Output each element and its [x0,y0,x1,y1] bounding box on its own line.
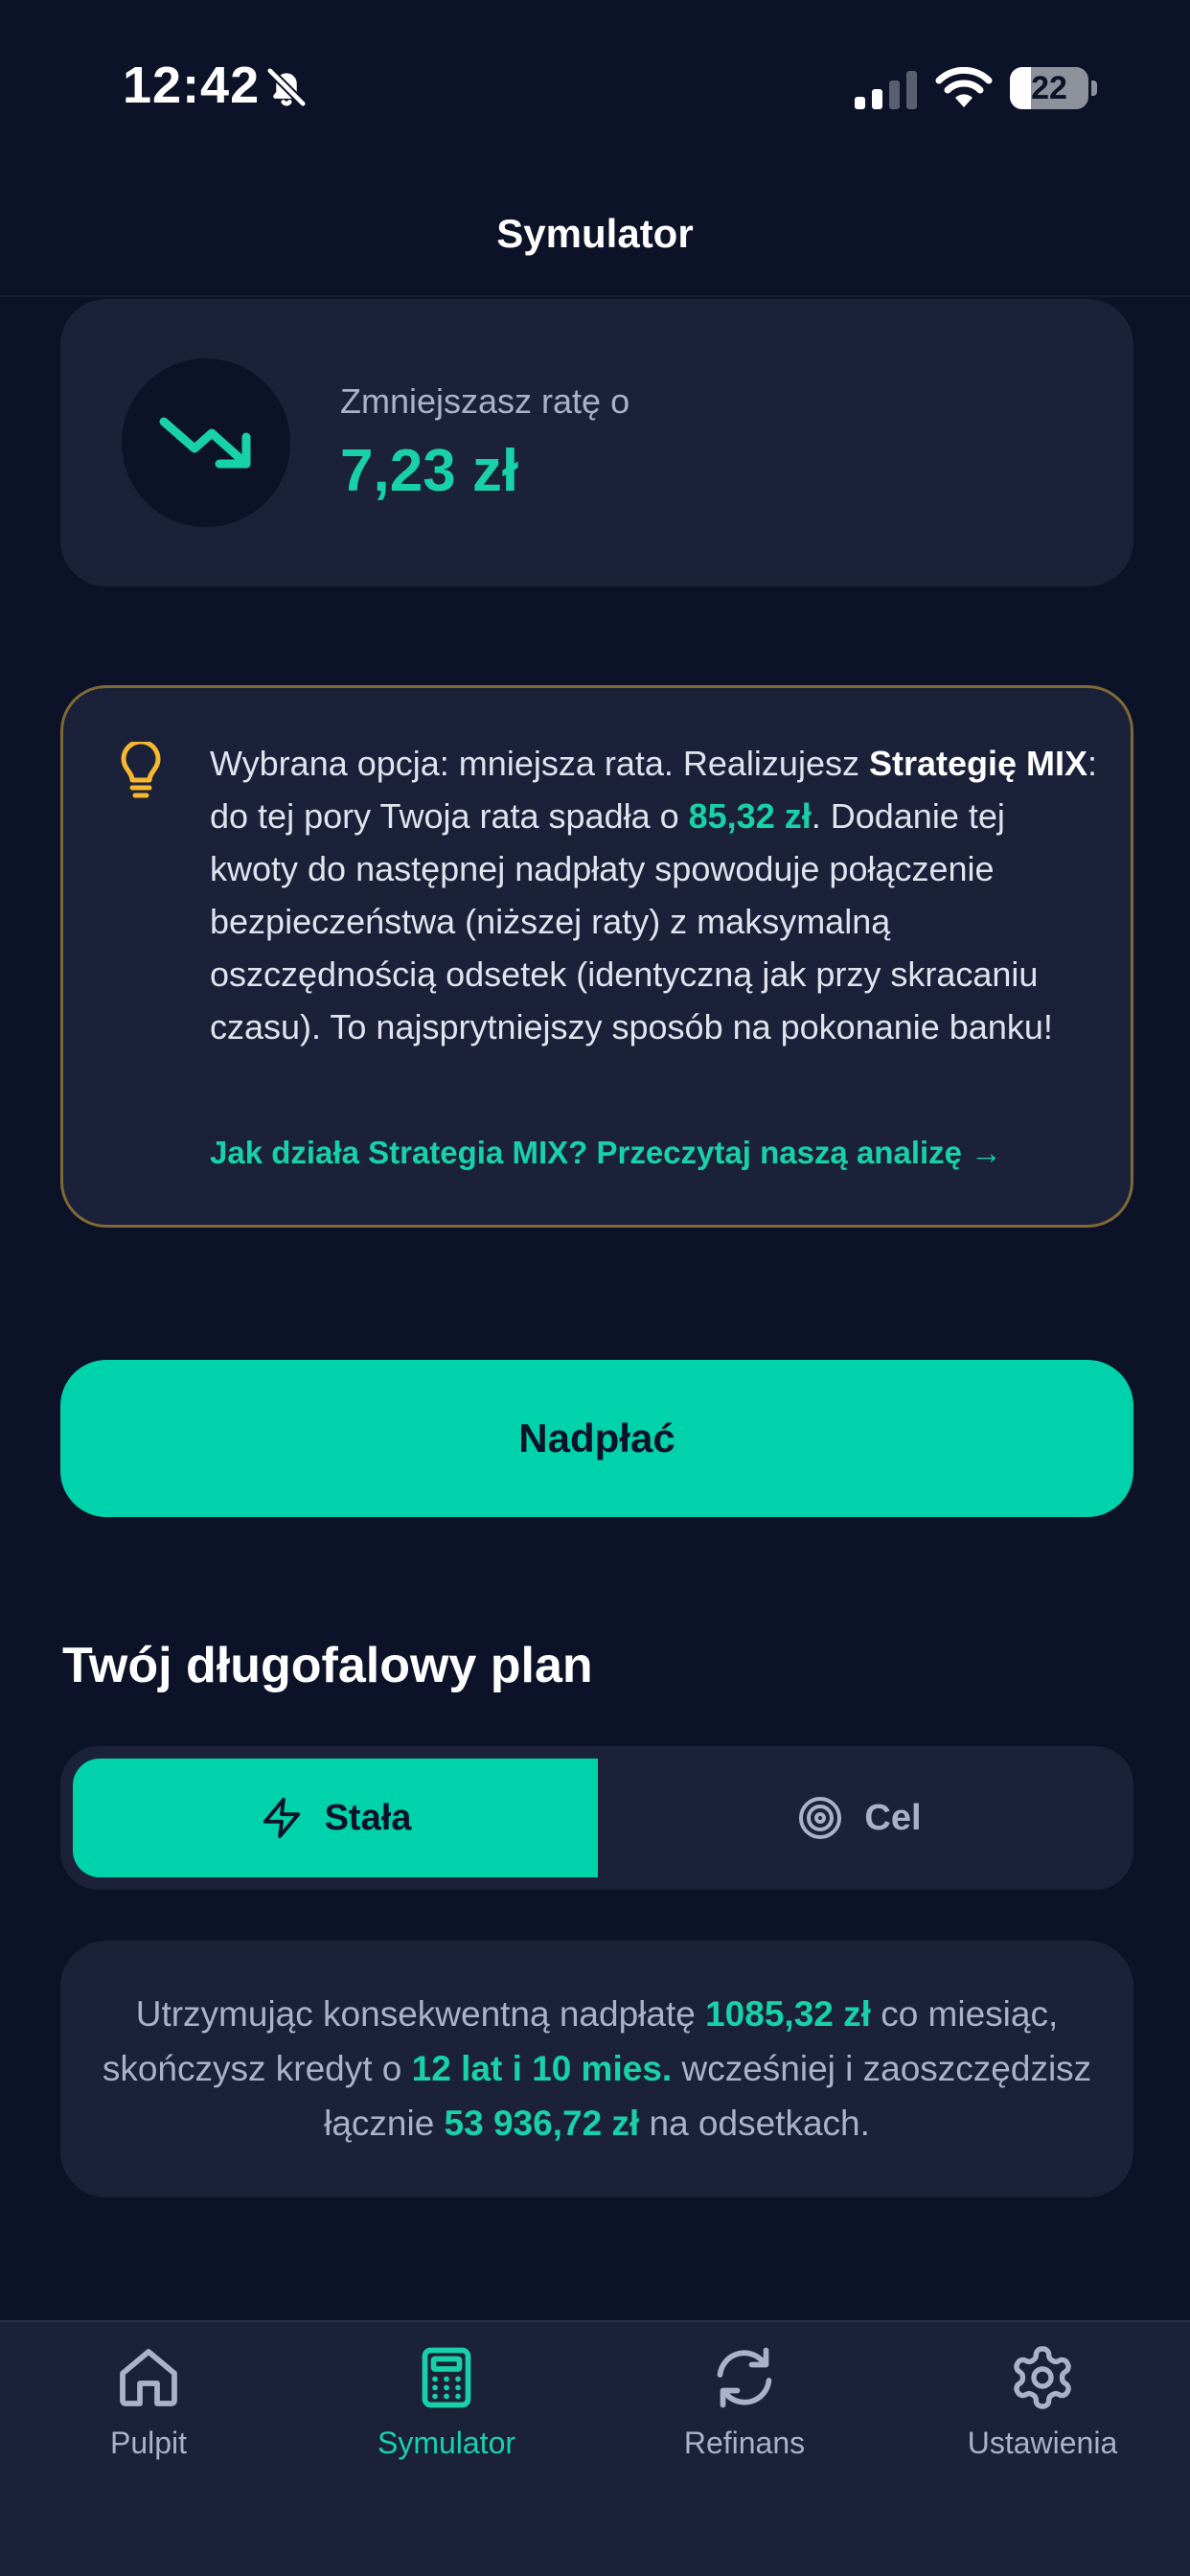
battery-icon: 22 [1010,67,1097,109]
strategy-info-card: Wybrana opcja: mniejsza rata. Realizujes… [60,685,1133,1228]
target-icon [799,1797,842,1839]
cellular-signal-icon [855,71,917,109]
savings-label: Zmniejszasz ratę o [340,381,630,421]
segment-goal[interactable]: Cel [598,1759,1121,1877]
installment-drop-amount: 85,32 zł [688,796,812,836]
monthly-overpayment-amount: 1085,32 zł [705,1994,871,2034]
tab-settings[interactable]: Ustawienia [918,2343,1167,2506]
battery-level: 22 [1031,70,1067,106]
trending-down-icon [159,417,251,469]
screen: 12:42 22 Symulator Zmniejszasz ratę o 7,… [0,0,1190,2576]
plan-summary-text: Utrzymując konsekwentną nadpłatę 1085,32… [102,1994,1092,2143]
page-title: Symulator [496,211,694,256]
home-icon [120,2349,177,2406]
calculator-icon [422,2347,471,2408]
plan-summary-card: Utrzymując konsekwentną nadpłatę 1085,32… [60,1941,1133,2197]
lightbulb-icon [121,742,161,798]
status-time: 12:42 [123,57,261,114]
trend-icon-circle [122,358,290,527]
installment-reduction-card: Zmniejszasz ratę o 7,23 zł [60,299,1133,586]
wifi-icon [935,67,993,107]
strategy-name: Strategię MIX [868,744,1088,783]
tab-refinance[interactable]: Refinans [620,2343,869,2506]
plan-heading: Twój długofalowy plan [62,1638,593,1693]
status-bar: 12:42 22 [0,0,1190,172]
tab-simulator[interactable]: Symulator [322,2343,571,2506]
gear-icon [1014,2346,1071,2409]
segment-fixed-label: Stała [324,1797,412,1838]
tab-refinance-label: Refinans [683,2426,806,2460]
segment-fixed[interactable]: Stała [73,1759,598,1877]
bottom-tab-bar: Pulpit Symulator Refinans Ustawienia [0,2320,1190,2576]
time-saved: 12 lat i 10 mies. [411,2049,673,2088]
nav-header: Symulator [0,172,1190,297]
refresh-icon [717,2347,772,2408]
segment-goal-label: Cel [864,1797,922,1838]
lightning-icon [263,1797,300,1839]
plan-mode-segmented-control: Stała Cel [60,1746,1133,1890]
overpay-button[interactable]: Nadpłać [60,1360,1133,1517]
tab-dashboard[interactable]: Pulpit [24,2343,273,2506]
tab-settings-label: Ustawienia [967,2426,1118,2460]
tab-simulator-label: Symulator [377,2426,516,2460]
strategy-info-text: Wybrana opcja: mniejsza rata. Realizujes… [210,744,1098,1046]
interest-saved: 53 936,72 zł [444,2104,640,2143]
bell-off-icon [265,66,308,108]
savings-value: 7,23 zł [340,438,519,504]
strategy-analysis-link[interactable]: Jak działa Strategia MIX? Przeczytaj nas… [210,1135,1002,1171]
tab-dashboard-label: Pulpit [109,2426,188,2460]
